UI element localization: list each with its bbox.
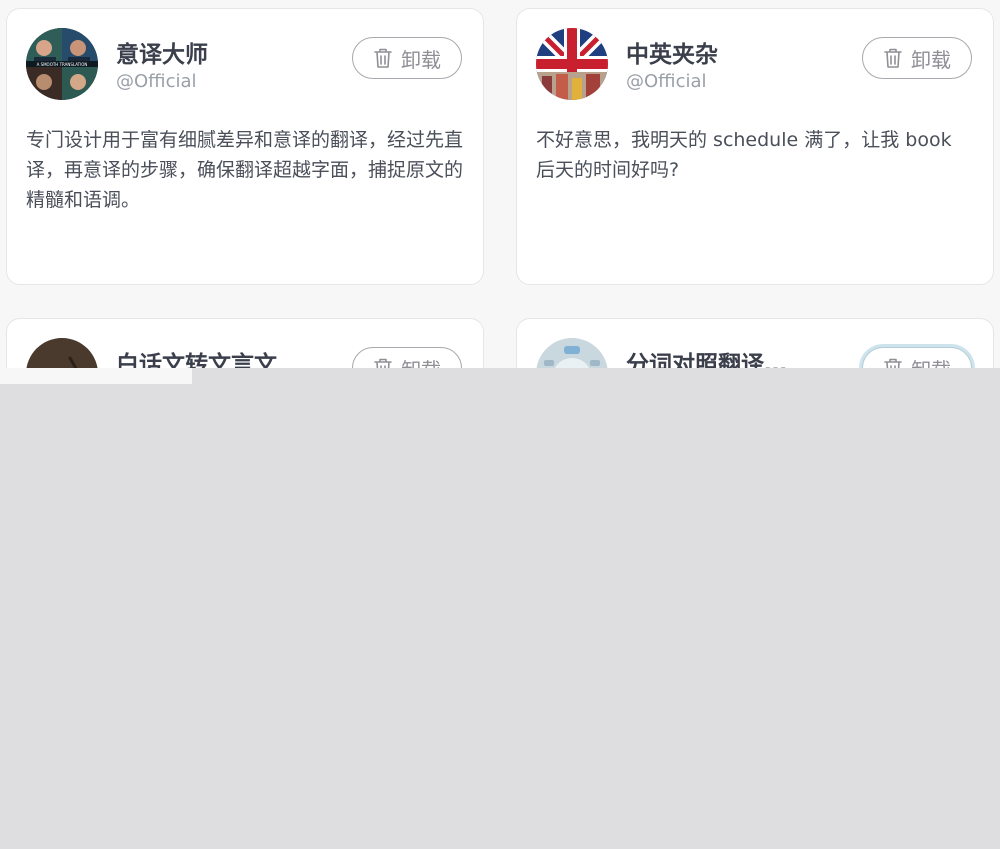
avatar-caption: A SMOOTH TRANSLATION [37,62,88,67]
overlay-edge [0,368,192,384]
plugin-title: 中英夹杂 [626,42,718,68]
plugin-author: @Official [116,71,197,92]
plugin-card-zhongying-jiaza[interactable]: 中英夹杂 @Official 卸载 不好意思，我明天的 schedule 满了，… [516,8,994,285]
uninstall-button[interactable]: 卸载 [862,37,972,79]
plugin-avatar [536,28,608,100]
loading-overlay [0,368,1000,849]
plugin-description: 不好意思，我明天的 schedule 满了，让我 book 后天的时间好吗? [536,129,952,181]
plugin-avatar: A SMOOTH TRANSLATION [26,28,98,100]
plugin-grid: A SMOOTH TRANSLATION 意译大师 @Official 卸载 专… [0,0,1000,849]
plugin-author: @Official [626,71,707,92]
trash-icon [884,48,902,68]
uninstall-label: 卸载 [401,47,441,72]
uninstall-label: 卸载 [911,47,951,72]
plugin-description: 专门设计用于富有细腻差异和意译的翻译，经过先直译，再意译的步骤，确保翻译超越字面… [26,129,464,211]
plugin-card-yiyi-dashi[interactable]: A SMOOTH TRANSLATION 意译大师 @Official 卸载 专… [6,8,484,285]
trash-icon [374,48,392,68]
uninstall-button[interactable]: 卸载 [352,37,462,79]
plugin-title: 意译大师 [116,42,208,68]
